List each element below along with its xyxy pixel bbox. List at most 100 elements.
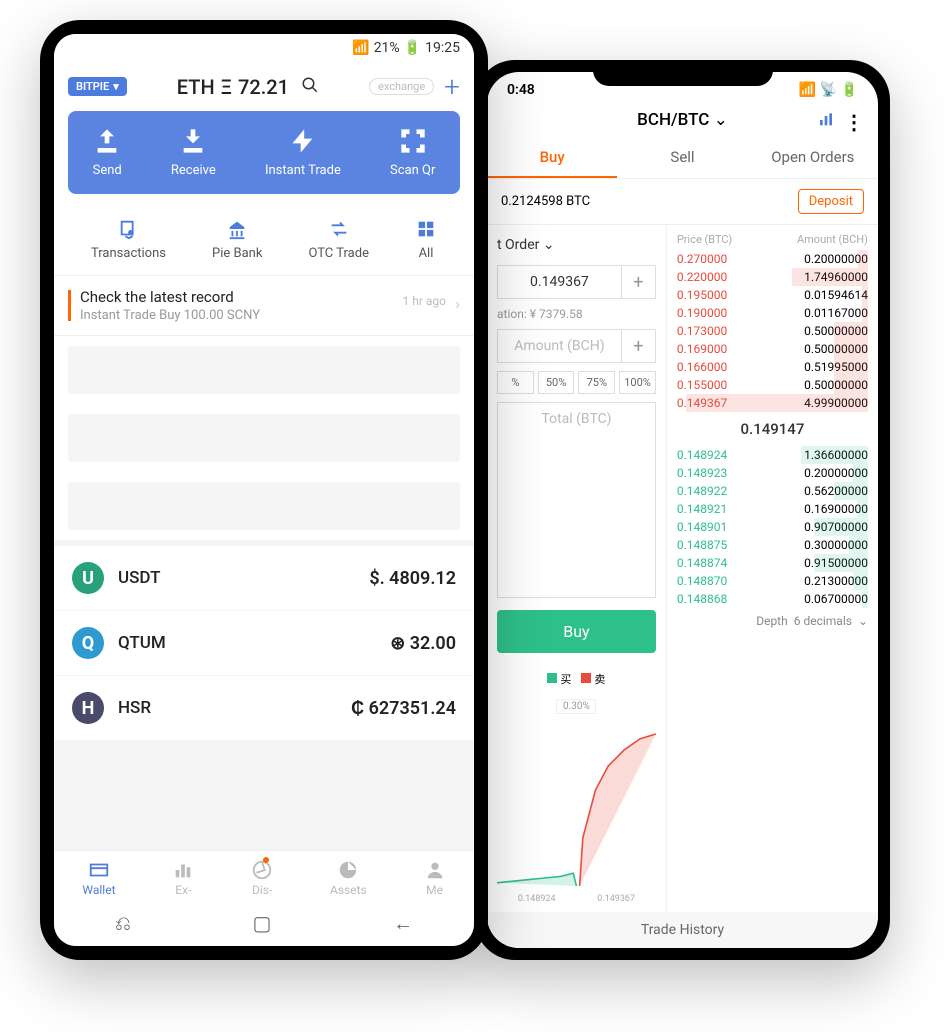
- book-row[interactable]: 0.1550000.50000000: [677, 376, 868, 394]
- coin-list[interactable]: U USDT $. 4809.12Q QTUM ⊛ 32.00H HSR ₵ 6…: [54, 540, 474, 850]
- signal-icon: 📶: [352, 40, 369, 56]
- nav-dis[interactable]: Dis-: [251, 859, 273, 897]
- all-button[interactable]: All: [415, 218, 437, 261]
- depth-value: 6 decimals: [794, 614, 852, 628]
- coin-amount: ⊛ 32.00: [390, 633, 456, 654]
- home-key[interactable]: ▢: [253, 911, 272, 936]
- nav-me[interactable]: Me: [424, 859, 446, 897]
- book-price: 0.195000: [677, 288, 727, 302]
- trade-body: t Order ⌄ 0.149367 + ation: ¥ 7379.58 Am…: [487, 225, 878, 912]
- book-row[interactable]: 0.1489210.16900000: [677, 500, 868, 518]
- nav-label: Dis-: [252, 883, 272, 897]
- more-icon[interactable]: ⋮: [844, 110, 864, 134]
- iphone-notch: [593, 60, 773, 86]
- book-row[interactable]: 0.1730000.50000000: [677, 322, 868, 340]
- chart-icon[interactable]: [818, 112, 834, 133]
- nav-assets[interactable]: Assets: [330, 859, 367, 897]
- search-icon[interactable]: [301, 75, 319, 99]
- trade-pair[interactable]: BCH/BTC: [637, 110, 709, 130]
- back-key[interactable]: ←: [393, 911, 413, 936]
- total-input[interactable]: Total (BTC): [497, 402, 656, 598]
- book-row[interactable]: 0.1900000.01167000: [677, 304, 868, 322]
- record-banner[interactable]: Check the latest record Instant Trade Bu…: [54, 275, 474, 336]
- chevron-down-icon: ⌄: [543, 237, 555, 253]
- send-button[interactable]: Send: [93, 127, 122, 178]
- amount-input[interactable]: Amount (BCH): [497, 329, 622, 363]
- book-row[interactable]: 0.2200001.74960000: [677, 268, 868, 286]
- amount-plus-button[interactable]: +: [622, 329, 656, 363]
- nav-wallet[interactable]: Wallet: [82, 859, 115, 897]
- exchange-pill[interactable]: exchange: [369, 78, 434, 95]
- book-row[interactable]: 0.1488750.30000000: [677, 536, 868, 554]
- tab-sell[interactable]: Sell: [617, 138, 747, 178]
- pct-button[interactable]: 100%: [619, 371, 656, 394]
- placeholder-card: [68, 346, 460, 394]
- coin-row-usdt[interactable]: U USDT $. 4809.12: [54, 546, 474, 610]
- coin-amount: ₵ 627351.24: [351, 698, 456, 719]
- depth-selector[interactable]: Depth 6 decimals ⌄: [677, 608, 868, 634]
- instant-trade-button[interactable]: Instant Trade: [265, 127, 341, 178]
- book-price: 0.190000: [677, 306, 727, 320]
- pct-button[interactable]: 50%: [538, 371, 575, 394]
- add-button[interactable]: +: [444, 70, 460, 103]
- iphone: 0:48 📶 📡 🔋 BCH/BTC ⌄ ⋮ Buy Sell Open Ord…: [475, 60, 890, 960]
- book-row[interactable]: 0.1489220.56200000: [677, 482, 868, 500]
- book-row[interactable]: 0.1489230.20000000: [677, 464, 868, 482]
- pct-button[interactable]: %: [497, 371, 534, 394]
- book-amount: 0.01594614: [804, 288, 868, 302]
- tab-buy[interactable]: Buy: [487, 138, 617, 178]
- book-price: 0.148901: [677, 520, 727, 534]
- battery-icon: 🔋: [404, 40, 421, 56]
- scan-label: Scan Qr: [390, 163, 435, 178]
- book-row[interactable]: 0.1690000.50000000: [677, 340, 868, 358]
- book-row[interactable]: 0.195000 0.01594614: [677, 286, 868, 304]
- coin-name: HSR: [118, 698, 351, 718]
- coin-row-hsr[interactable]: H HSR ₵ 627351.24: [54, 676, 474, 740]
- coin-symbol-text: ETH: [177, 75, 215, 99]
- usdt-icon: U: [72, 562, 104, 594]
- ios-indicators: 📶 📡 🔋: [799, 82, 858, 98]
- transactions-button[interactable]: Transactions: [91, 218, 166, 261]
- receive-button[interactable]: Receive: [171, 127, 216, 178]
- book-header: Price (BTC) Amount (BCH): [677, 233, 868, 250]
- buy-button[interactable]: Buy: [497, 610, 656, 653]
- chevron-right-icon: ›: [455, 294, 460, 313]
- otc-trade-button[interactable]: OTC Trade: [308, 218, 369, 261]
- nav-ex[interactable]: Ex-: [172, 859, 194, 897]
- book-row[interactable]: 0.1493674.99900000: [677, 394, 868, 412]
- deposit-button[interactable]: Deposit: [798, 189, 864, 214]
- trade-history-button[interactable]: Trade History: [487, 912, 878, 948]
- book-head-amount: Amount (BCH): [797, 233, 868, 246]
- wallet-selector-chip[interactable]: BITPIE ▾: [68, 77, 127, 96]
- book-row[interactable]: 0.1489241.36600000: [677, 446, 868, 464]
- chart-legend: 买 卖: [497, 671, 656, 687]
- pct-button[interactable]: 75%: [578, 371, 615, 394]
- coin-balance: 72.21: [238, 75, 289, 99]
- chevron-down-icon: ⌄: [858, 614, 868, 628]
- book-price: 0.148875: [677, 538, 727, 552]
- book-row[interactable]: 0.1488680.06700000: [677, 590, 868, 608]
- book-price: 0.270000: [677, 252, 727, 266]
- pie-bank-button[interactable]: Pie Bank: [212, 218, 262, 261]
- scan-qr-button[interactable]: Scan Qr: [390, 127, 435, 178]
- recents-key[interactable]: ⎌: [115, 911, 131, 936]
- all-label: All: [419, 246, 434, 261]
- book-row[interactable]: 0.1489010.90700000: [677, 518, 868, 536]
- book-row[interactable]: 0.1488700.21300000: [677, 572, 868, 590]
- book-row[interactable]: 0.2700000.20000000: [677, 250, 868, 268]
- book-row[interactable]: 0.1488740.91500000: [677, 554, 868, 572]
- tab-open-orders[interactable]: Open Orders: [748, 138, 878, 178]
- book-price: 0.148921: [677, 502, 727, 516]
- book-row[interactable]: 0.1660000.51995000: [677, 358, 868, 376]
- balance-display[interactable]: ETH Ξ 72.21: [137, 75, 359, 99]
- book-price: 0.148923: [677, 466, 727, 480]
- balance-row: 0.2124598 BTC Deposit: [487, 179, 878, 225]
- price-plus-button[interactable]: +: [622, 265, 656, 299]
- order-type-selector[interactable]: t Order ⌄: [497, 233, 656, 257]
- fiat-valuation: ation: ¥ 7379.58: [497, 307, 656, 321]
- price-input[interactable]: 0.149367: [497, 265, 622, 299]
- chevron-down-icon[interactable]: ⌄: [714, 110, 728, 130]
- coin-row-qtum[interactable]: Q QTUM ⊛ 32.00: [54, 611, 474, 675]
- trade-header: BCH/BTC ⌄ ⋮: [487, 102, 878, 138]
- book-price: 0.148868: [677, 592, 727, 606]
